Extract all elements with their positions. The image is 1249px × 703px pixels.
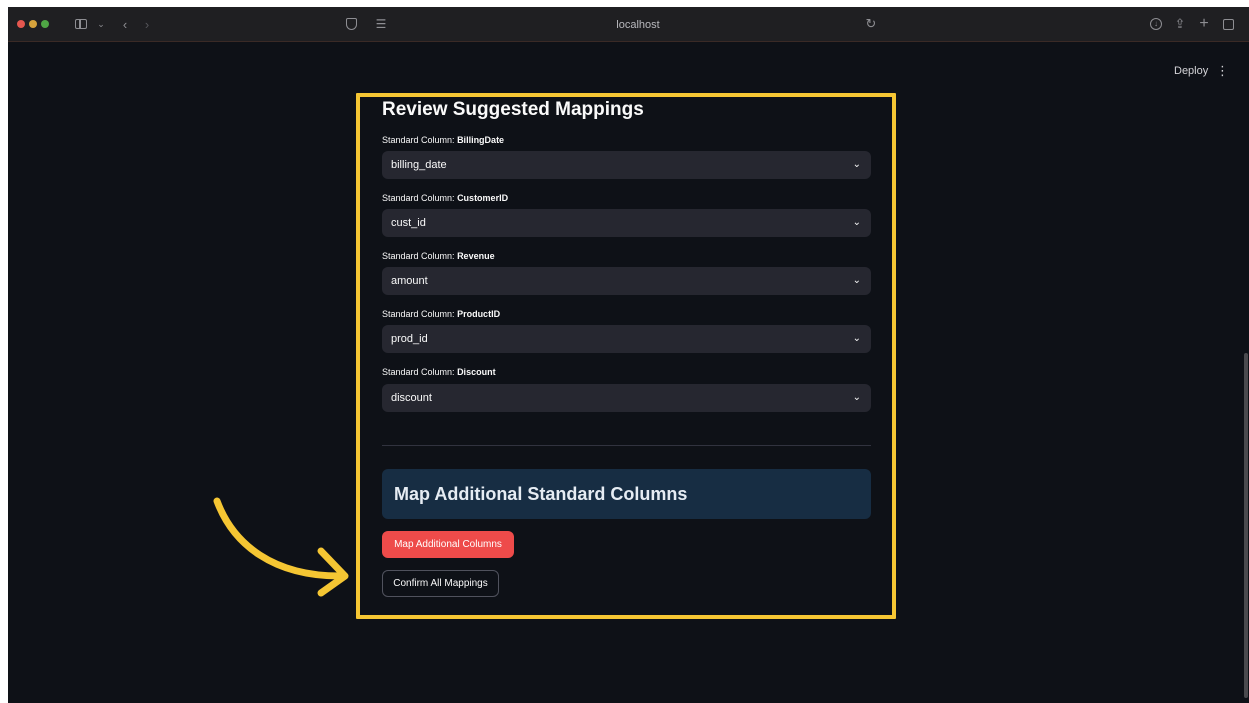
forward-arrow-icon[interactable]: ›	[140, 15, 154, 33]
share-icon[interactable]: ⇪	[1172, 15, 1188, 33]
address-bar[interactable]: localhost	[438, 16, 838, 34]
close-window-button[interactable]	[17, 20, 25, 28]
new-tab-icon[interactable]: +	[1196, 15, 1212, 33]
zoom-window-button[interactable]	[41, 20, 49, 28]
downloads-icon[interactable]: ↓	[1148, 15, 1164, 33]
highlight-frame	[356, 93, 896, 619]
page-scrollbar[interactable]	[1244, 353, 1248, 698]
main-menu-icon[interactable]: ⋮	[1216, 63, 1229, 79]
sidebar-toggle-icon[interactable]	[68, 15, 94, 33]
privacy-shield-icon[interactable]	[343, 15, 359, 33]
tab-overview-icon[interactable]	[1220, 15, 1236, 33]
browser-window: ⌄ ‹ › ☰ localhost ↻ ↓ ⇪ + Deploy ⋮ Revie…	[8, 7, 1249, 703]
browser-toolbar: ⌄ ‹ › ☰ localhost ↻ ↓ ⇪ +	[8, 7, 1249, 42]
chevron-down-icon[interactable]: ⌄	[95, 15, 107, 33]
reload-icon[interactable]: ↻	[864, 15, 878, 33]
minimize-window-button[interactable]	[29, 20, 37, 28]
annotation-arrow-icon	[213, 497, 349, 597]
deploy-button[interactable]: Deploy	[1174, 65, 1208, 77]
back-arrow-icon[interactable]: ‹	[118, 15, 132, 33]
reader-mode-icon[interactable]: ☰	[374, 15, 388, 33]
